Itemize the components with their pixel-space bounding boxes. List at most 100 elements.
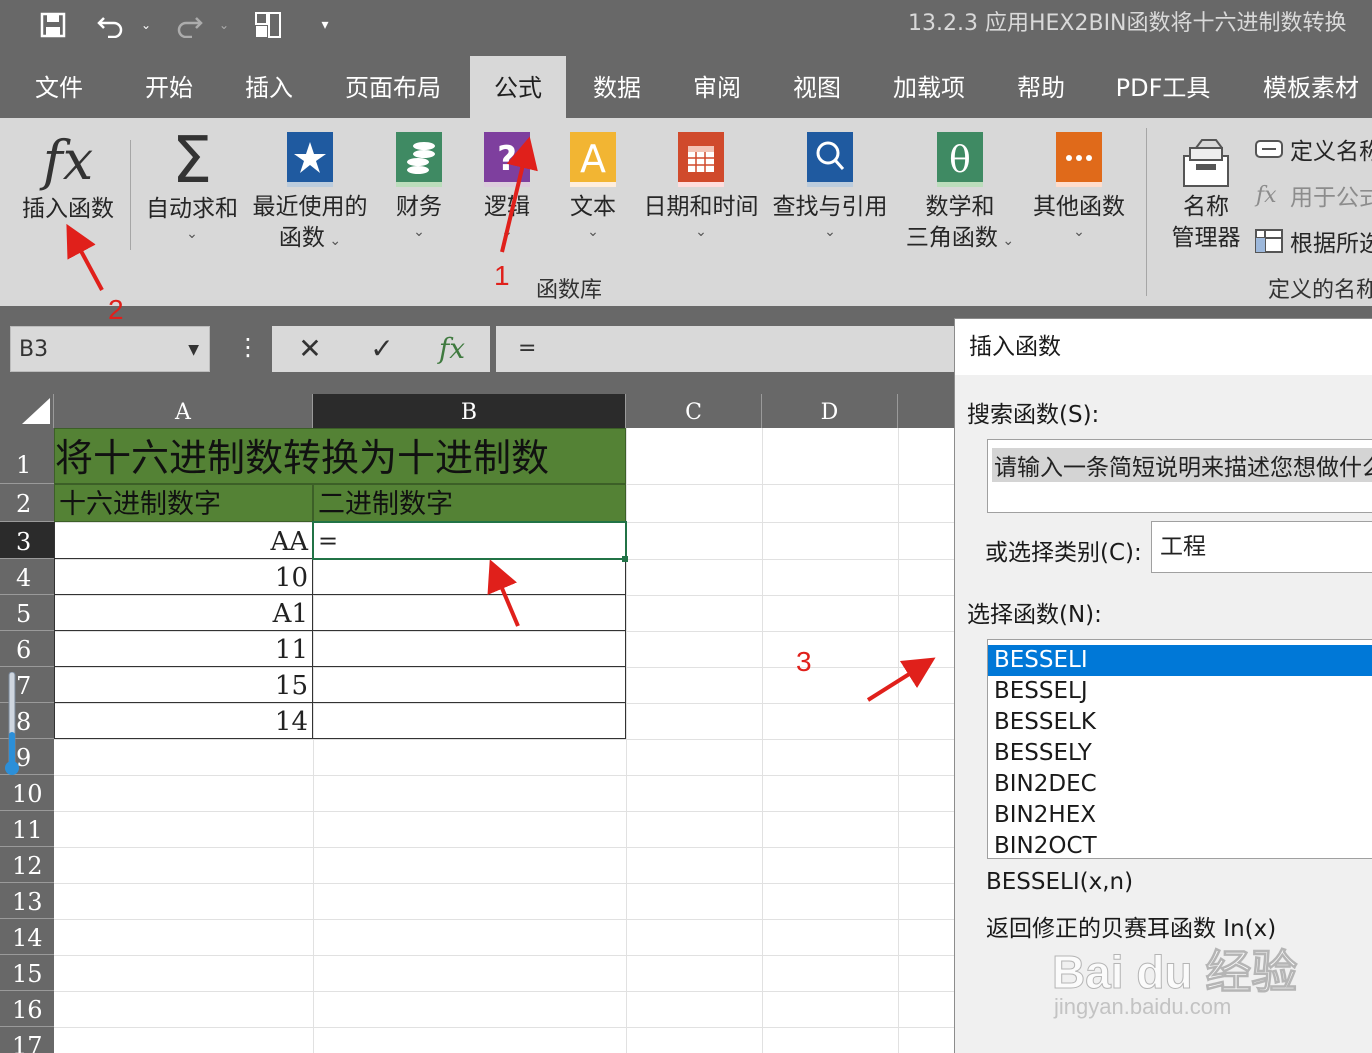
autosum-button[interactable]: Σ 自动求和 ⌄ [142, 128, 242, 243]
row-header[interactable]: 17 [0, 1027, 54, 1053]
function-list-item[interactable]: BIN2HEX [988, 800, 1372, 831]
row-header[interactable]: 5 [0, 595, 54, 631]
annotation-number-1: 1 [494, 260, 510, 291]
date-time-button[interactable]: 日期和时间 ⌄ [638, 130, 764, 241]
insert-function-button[interactable]: fx 插入函数 [16, 128, 120, 225]
function-list[interactable]: BESSELI BESSELJ BESSELK BESSELY BIN2DEC … [987, 639, 1372, 859]
column-header-c[interactable]: C [626, 394, 762, 428]
lookup-reference-button[interactable]: 查找与引用 ⌄ [768, 130, 892, 241]
function-list-item[interactable]: BESSELI [988, 645, 1372, 676]
more-options-icon[interactable]: ⋮ [236, 335, 260, 359]
tab-template-materials[interactable]: 模板素材 [1252, 56, 1370, 118]
row-header[interactable]: 12 [0, 847, 54, 883]
function-list-item[interactable]: BESSELJ [988, 676, 1372, 707]
column-header-a[interactable]: A [54, 394, 313, 428]
layout-icon[interactable] [252, 8, 284, 42]
binary-value-cell[interactable] [312, 631, 626, 667]
row-header[interactable]: 2 [0, 484, 54, 522]
financial-label: 财务 [396, 194, 442, 220]
hex-value-cell[interactable]: 14 [54, 703, 313, 739]
more-functions-label: 其他函数 [1033, 194, 1125, 220]
row-header[interactable]: 15 [0, 955, 54, 991]
recently-used-button[interactable]: 最近使用的 函数 ⌄ [248, 130, 372, 257]
chevron-down-icon: ⌄ [824, 224, 836, 240]
category-select[interactable]: 工程 [1151, 521, 1372, 573]
title-cell[interactable]: 将十六进制数转换为十进制数 [54, 428, 626, 484]
header-cell-hex[interactable]: 十六进制数字 [54, 484, 313, 522]
tab-home[interactable]: 开始 [130, 56, 208, 118]
tab-review[interactable]: 审阅 [678, 56, 756, 118]
tab-formulas[interactable]: 公式 [470, 56, 566, 118]
column-header-d[interactable]: D [762, 394, 898, 428]
row-header[interactable]: 14 [0, 919, 54, 955]
search-function-text: 请输入一条简短说明来描述您想做什么 [992, 448, 1372, 482]
binary-value-cell[interactable] [312, 667, 626, 703]
column-header-e[interactable] [898, 394, 960, 428]
tab-insert[interactable]: 插入 [230, 56, 308, 118]
row-header[interactable]: 3 [0, 522, 54, 559]
lookup-reference-label: 查找与引用 [772, 194, 888, 220]
function-list-item[interactable]: BIN2OCT [988, 831, 1372, 858]
insert-function-fx-icon[interactable]: fx [422, 326, 482, 372]
active-cell-b3[interactable]: = [312, 521, 627, 560]
row-header[interactable]: 6 [0, 631, 54, 667]
gridline [54, 883, 960, 884]
gridline [762, 428, 763, 1053]
undo-icon[interactable] [94, 8, 128, 42]
use-in-formula-button[interactable]: fx 用于公式 [1256, 178, 1372, 212]
tab-pdf-tools[interactable]: PDF工具 [1104, 56, 1222, 118]
tab-view[interactable]: 视图 [778, 56, 856, 118]
enter-check-icon[interactable]: ✓ [352, 326, 412, 372]
name-manager-button[interactable]: 名称 管理器 [1166, 138, 1246, 254]
text-button[interactable]: A 文本 ⌄ [564, 130, 622, 241]
row-header[interactable]: 4 [0, 559, 54, 595]
binary-value-cell[interactable] [312, 703, 626, 739]
select-function-label: 选择函数(N): [967, 602, 1102, 628]
define-name-button[interactable]: 定义名称 [1254, 132, 1372, 166]
row-header[interactable]: 16 [0, 991, 54, 1027]
tab-addins[interactable]: 加载项 [884, 56, 974, 118]
cancel-icon[interactable]: ✕ [280, 326, 340, 372]
row-header[interactable]: 13 [0, 883, 54, 919]
undo-dropdown-icon[interactable]: ⌄ [138, 8, 154, 42]
row-header[interactable]: 11 [0, 811, 54, 847]
row-header[interactable]: 1 [0, 428, 54, 484]
more-functions-button[interactable]: 其他函数 ⌄ [1028, 130, 1130, 241]
dropdown-arrow-icon[interactable]: ▼ [188, 327, 199, 373]
binary-value-cell[interactable] [312, 559, 626, 595]
tab-data[interactable]: 数据 [578, 56, 656, 118]
ribbon: fx 插入函数 Σ 自动求和 ⌄ 最近使用的 函数 ⌄ 财务 ⌄ ? 逻辑 ⌄ … [0, 118, 1372, 306]
hex-value-cell[interactable]: AA [54, 522, 313, 559]
logical-button[interactable]: ? 逻辑 ⌄ [478, 130, 536, 241]
zoom-slider[interactable] [4, 672, 20, 776]
redo-icon[interactable] [172, 8, 206, 42]
formula-input[interactable]: = [496, 326, 966, 372]
hex-value-cell[interactable]: 10 [54, 559, 313, 595]
save-icon[interactable] [36, 8, 70, 42]
hex-value-cell[interactable]: A1 [54, 595, 313, 631]
redo-dropdown-icon[interactable]: ⌄ [216, 8, 232, 42]
chevron-down-icon: ⌄ [413, 224, 425, 240]
tab-file[interactable]: 文件 [20, 56, 98, 118]
create-from-selection-button[interactable]: 根据所选 [1254, 224, 1372, 258]
name-box[interactable]: B3 ▼ [10, 326, 210, 372]
select-all-corner[interactable] [0, 394, 54, 428]
hex-value-cell[interactable]: 15 [54, 667, 313, 703]
math-trig-button[interactable]: θ 数学和 三角函数 ⌄ [898, 130, 1022, 257]
column-header-b[interactable]: B [313, 394, 626, 428]
binary-value-cell[interactable] [312, 595, 626, 631]
row-header[interactable]: 10 [0, 775, 54, 811]
fill-handle[interactable] [622, 556, 628, 562]
window-title: 13.2.3 应用HEX2BIN函数将十六进制数转换 [908, 11, 1347, 36]
search-function-input[interactable]: 请输入一条简短说明来描述您想做什么 [987, 439, 1372, 513]
header-cell-binary[interactable]: 二进制数字 [313, 484, 626, 522]
financial-button[interactable]: 财务 ⌄ [390, 130, 448, 241]
tab-page-layout[interactable]: 页面布局 [334, 56, 452, 118]
chevron-down-icon: ⌄ [1073, 224, 1085, 240]
function-list-item[interactable]: BESSELY [988, 738, 1372, 769]
hex-value-cell[interactable]: 11 [54, 631, 313, 667]
function-list-item[interactable]: BIN2DEC [988, 769, 1372, 800]
function-list-item[interactable]: BESSELK [988, 707, 1372, 738]
customize-toolbar-icon[interactable]: ▾ [314, 8, 336, 42]
tab-help[interactable]: 帮助 [1002, 56, 1080, 118]
